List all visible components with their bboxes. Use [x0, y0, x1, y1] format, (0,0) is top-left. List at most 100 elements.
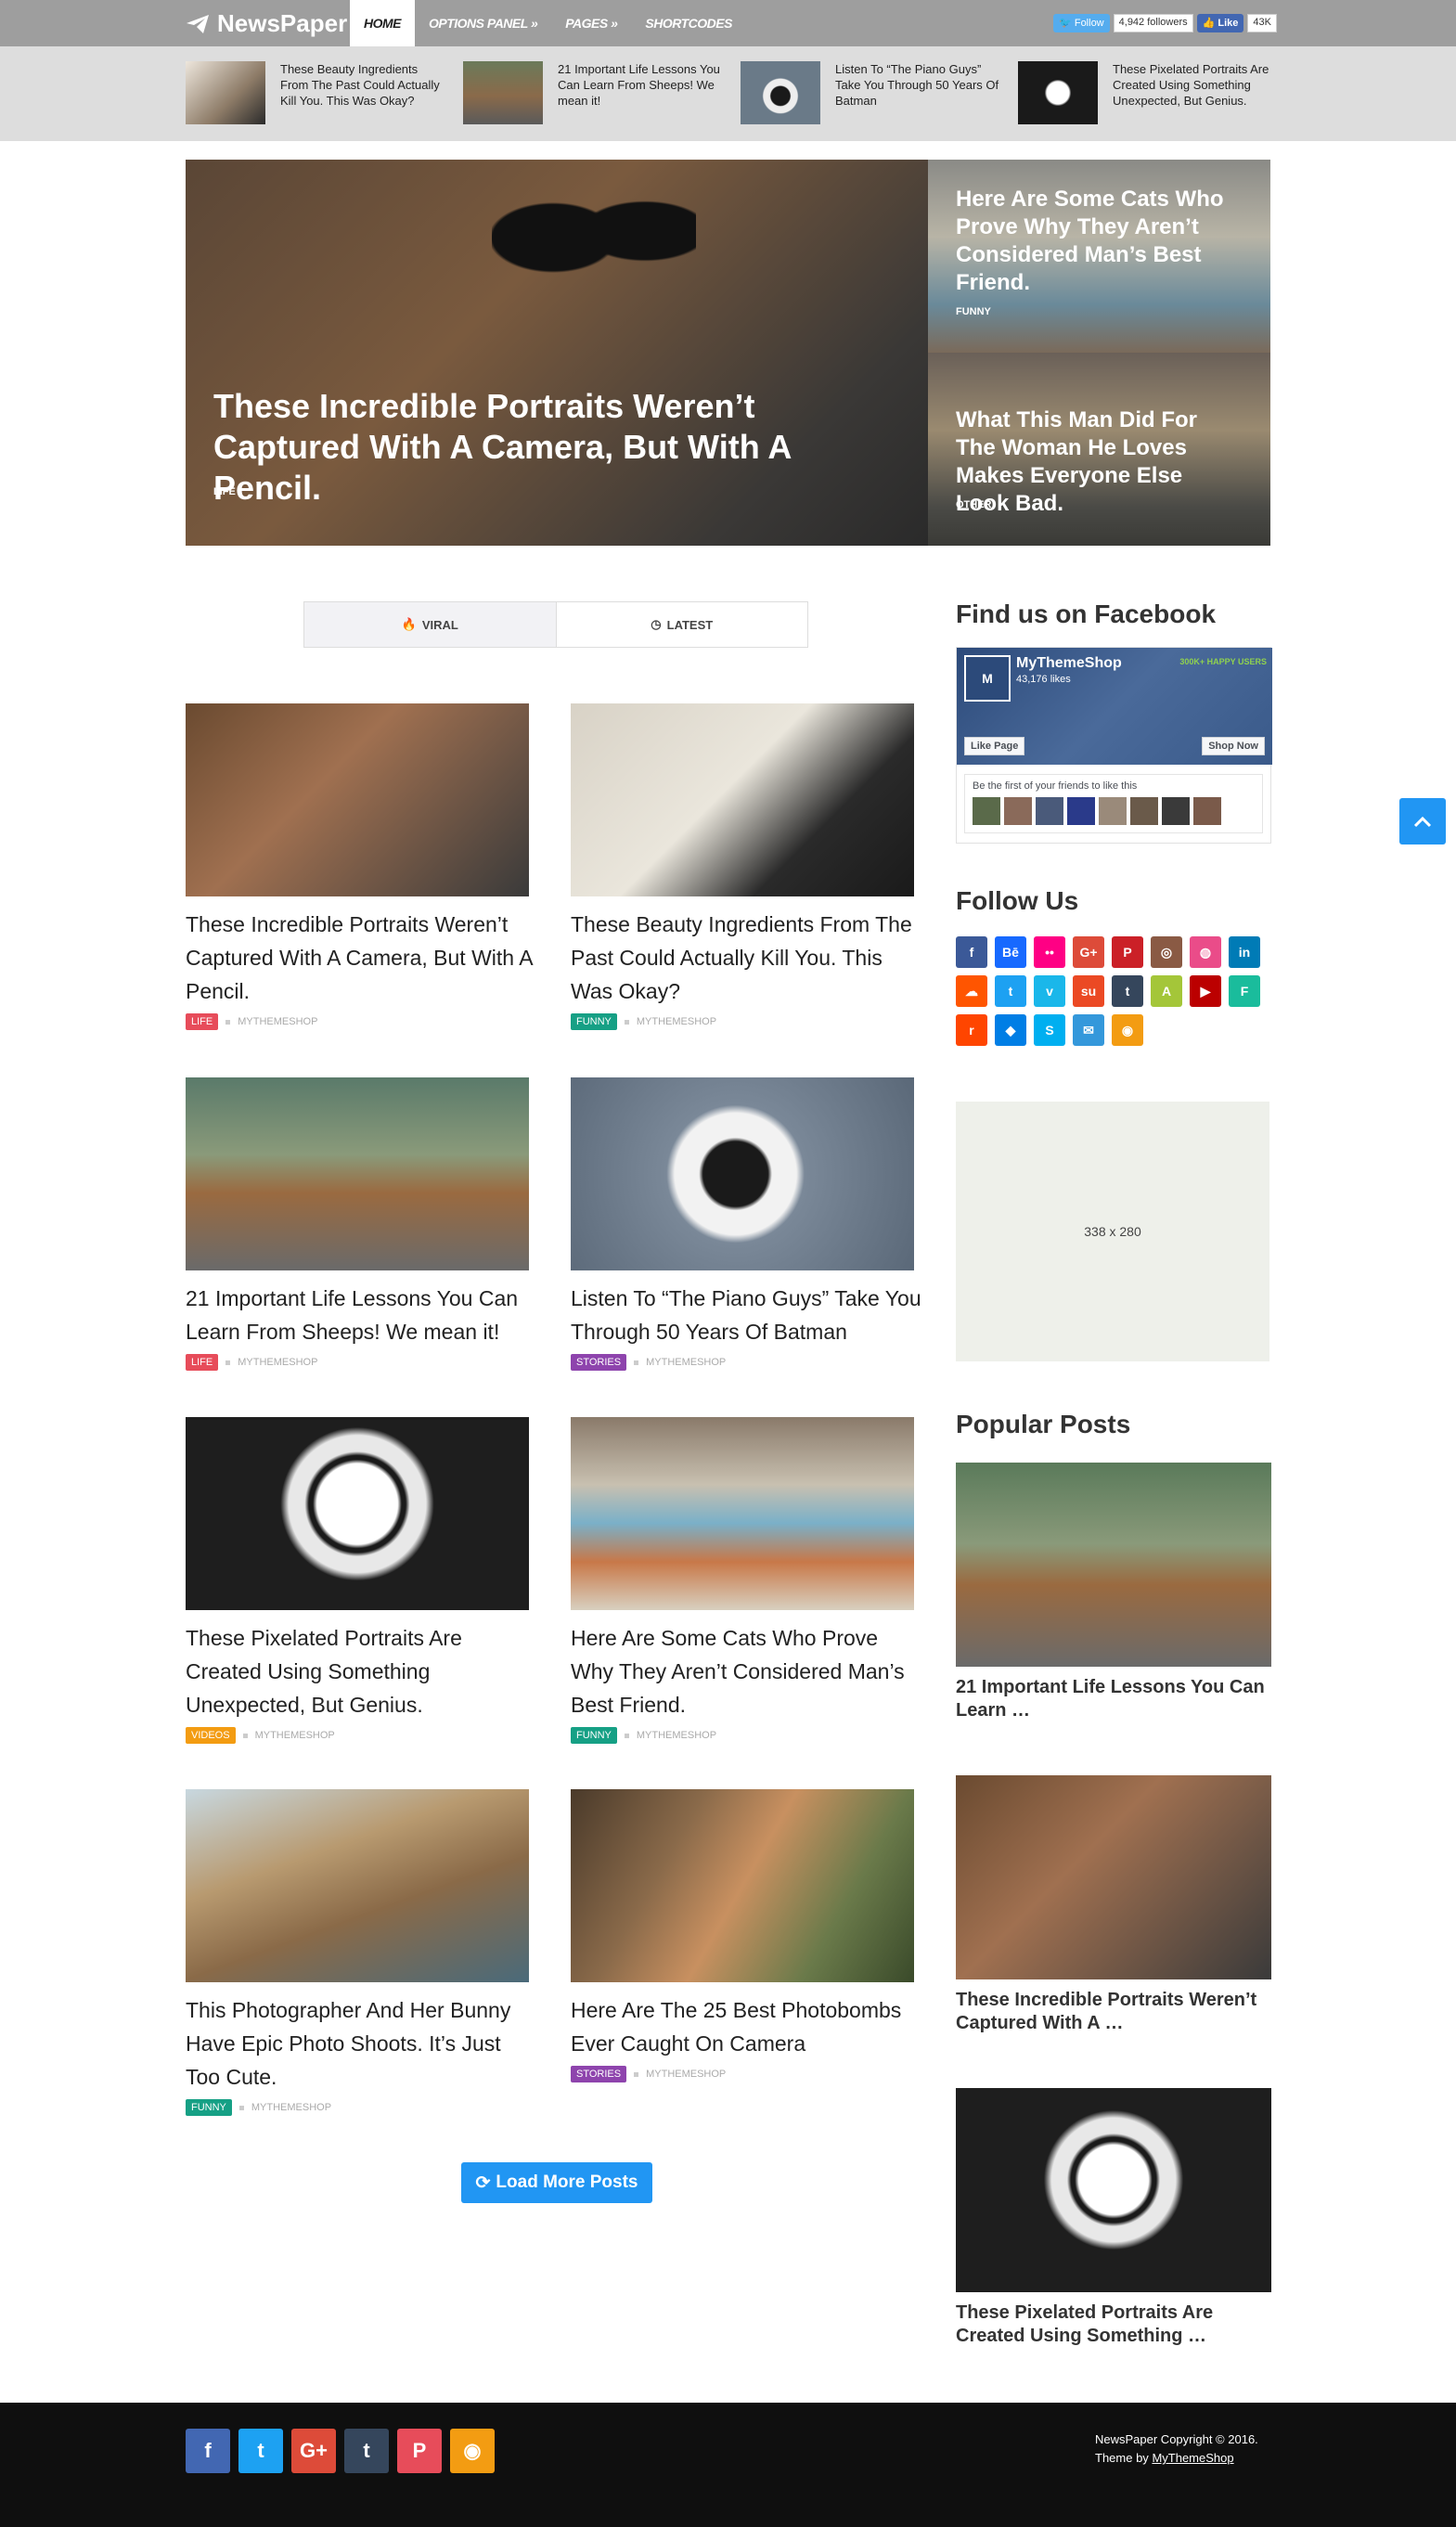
hero-main-title[interactable]: These Incredible Portraits Weren’t Captu… — [213, 386, 900, 509]
post-image[interactable] — [571, 1077, 914, 1270]
nav-home[interactable]: HOME — [350, 0, 415, 46]
tab-latest[interactable]: ◷ LATEST — [557, 602, 808, 647]
scroll-to-top-button[interactable] — [1399, 798, 1446, 844]
twitter-icon[interactable]: t — [995, 975, 1026, 1007]
strip-thumbnail[interactable] — [741, 61, 820, 124]
pinterest-icon[interactable]: P — [1112, 936, 1143, 968]
tumblr-icon[interactable]: t — [1112, 975, 1143, 1007]
strip-item[interactable]: These Beauty Ingredients From The Past C… — [186, 61, 455, 126]
hero-side-category[interactable]: FUNNY — [956, 306, 991, 317]
site-logo[interactable]: NewsPaper — [186, 9, 347, 38]
hero-side-title[interactable]: What This Man Did For The Woman He Loves… — [956, 406, 1234, 518]
category-badge[interactable]: FUNNY — [571, 1727, 617, 1744]
post-title[interactable]: These Pixelated Portraits Are Created Us… — [186, 1621, 538, 1721]
strip-item[interactable]: Listen To “The Piano Guys” Take You Thro… — [741, 61, 1010, 126]
hero-main-post[interactable]: These Incredible Portraits Weren’t Captu… — [186, 160, 928, 546]
envelope-icon[interactable]: ✉ — [1073, 1014, 1104, 1046]
post-image[interactable] — [186, 1789, 529, 1982]
pinterest-icon[interactable]: P — [397, 2429, 442, 2473]
vimeo-icon[interactable]: v — [1034, 975, 1065, 1007]
rss-icon[interactable]: ◉ — [1112, 1014, 1143, 1046]
stumbleupon-icon[interactable]: su — [1073, 975, 1104, 1007]
popular-post-title[interactable]: These Pixelated Portraits Are Created Us… — [956, 2301, 1271, 2348]
foursquare-icon[interactable]: F — [1229, 975, 1260, 1007]
google-plus-icon[interactable]: G+ — [291, 2429, 336, 2473]
post-author[interactable]: MYTHEMESHOP — [238, 1016, 317, 1027]
facebook-like-button[interactable]: 👍 Like — [1196, 14, 1244, 32]
hero-main-category[interactable]: LIFE — [213, 486, 236, 497]
post-image[interactable] — [186, 1417, 529, 1610]
popular-post-image[interactable] — [956, 1463, 1271, 1667]
ad-placeholder[interactable]: 338 x 280 — [956, 1102, 1269, 1361]
post-author[interactable]: MYTHEMESHOP — [637, 1730, 716, 1741]
facebook-icon[interactable]: f — [956, 936, 987, 968]
avatar[interactable] — [1130, 797, 1158, 825]
youtube-icon[interactable]: ▶ — [1190, 975, 1221, 1007]
hero-side-category[interactable]: OTHER — [956, 499, 992, 510]
behance-icon[interactable]: Bē — [995, 936, 1026, 968]
avatar[interactable] — [1036, 797, 1063, 825]
strip-item-title[interactable]: These Pixelated Portraits Are Created Us… — [1113, 61, 1280, 109]
facebook-page-avatar[interactable]: M — [964, 655, 1011, 702]
instagram-icon[interactable]: ◎ — [1151, 936, 1182, 968]
post-title[interactable]: Listen To “The Piano Guys” Take You Thro… — [571, 1282, 923, 1348]
nav-options-panel[interactable]: OPTIONS PANEL » — [415, 0, 551, 46]
reddit-icon[interactable]: r — [956, 1014, 987, 1046]
popular-post-title[interactable]: 21 Important Life Lessons You Can Learn … — [956, 1676, 1271, 1722]
hero-side-title[interactable]: Here Are Some Cats Who Prove Why They Ar… — [956, 186, 1234, 297]
post-image[interactable] — [186, 1077, 529, 1270]
post-title[interactable]: These Incredible Portraits Weren’t Captu… — [186, 908, 538, 1008]
nav-pages[interactable]: PAGES » — [551, 0, 631, 46]
post-image[interactable] — [571, 1417, 914, 1610]
facebook-icon[interactable]: f — [186, 2429, 230, 2473]
twitter-follow-button[interactable]: 🐦 Follow — [1053, 14, 1110, 32]
avatar[interactable] — [1193, 797, 1221, 825]
post-author[interactable]: MYTHEMESHOP — [646, 2069, 726, 2080]
linkedin-icon[interactable]: in — [1229, 936, 1260, 968]
popular-post-title[interactable]: These Incredible Portraits Weren’t Captu… — [956, 1989, 1271, 2035]
category-badge[interactable]: FUNNY — [571, 1013, 617, 1030]
avatar[interactable] — [1099, 797, 1127, 825]
category-badge[interactable]: STORIES — [571, 1354, 627, 1371]
google-plus-icon[interactable]: G+ — [1073, 936, 1104, 968]
post-image[interactable] — [571, 1789, 914, 1982]
post-title[interactable]: Here Are Some Cats Who Prove Why They Ar… — [571, 1621, 923, 1721]
theme-link[interactable]: MyThemeShop — [1152, 2451, 1233, 2465]
load-more-button[interactable]: ⟳ Load More Posts — [461, 2162, 652, 2203]
post-author[interactable]: MYTHEMESHOP — [255, 1730, 335, 1741]
popular-post-image[interactable] — [956, 2088, 1271, 2292]
tab-viral[interactable]: 🔥 VIRAL — [304, 602, 557, 647]
tumblr-icon[interactable]: t — [344, 2429, 389, 2473]
android-icon[interactable]: A — [1151, 975, 1182, 1007]
skype-icon[interactable]: S — [1034, 1014, 1065, 1046]
post-title[interactable]: 21 Important Life Lessons You Can Learn … — [186, 1282, 538, 1348]
hero-side-post[interactable]: What This Man Did For The Woman He Loves… — [928, 353, 1270, 546]
facebook-like-page-button[interactable]: Like Page — [964, 737, 1025, 755]
avatar[interactable] — [1162, 797, 1190, 825]
category-badge[interactable]: STORIES — [571, 2066, 627, 2082]
category-badge[interactable]: FUNNY — [186, 2099, 232, 2116]
avatar[interactable] — [1067, 797, 1095, 825]
dribbble-icon[interactable]: ◍ — [1190, 936, 1221, 968]
post-image[interactable] — [571, 703, 914, 896]
flickr-icon[interactable]: •• — [1034, 936, 1065, 968]
soundcloud-icon[interactable]: ☁ — [956, 975, 987, 1007]
hero-side-post[interactable]: Here Are Some Cats Who Prove Why They Ar… — [928, 160, 1270, 353]
strip-thumbnail[interactable] — [1018, 61, 1098, 124]
strip-item-title[interactable]: These Beauty Ingredients From The Past C… — [280, 61, 447, 109]
avatar[interactable] — [1004, 797, 1032, 825]
rss-icon[interactable]: ◉ — [450, 2429, 495, 2473]
post-title[interactable]: This Photographer And Her Bunny Have Epi… — [186, 1993, 538, 2094]
post-author[interactable]: MYTHEMESHOP — [238, 1357, 317, 1368]
post-title[interactable]: These Beauty Ingredients From The Past C… — [571, 908, 923, 1008]
nav-shortcodes[interactable]: SHORTCODES — [631, 0, 746, 46]
post-author[interactable]: MYTHEMESHOP — [637, 1016, 716, 1027]
post-author[interactable]: MYTHEMESHOP — [251, 2102, 331, 2113]
facebook-page-name[interactable]: MyThemeShop — [1016, 655, 1122, 672]
strip-item-title[interactable]: Listen To “The Piano Guys” Take You Thro… — [835, 61, 1002, 109]
twitter-icon[interactable]: t — [238, 2429, 283, 2473]
strip-thumbnail[interactable] — [463, 61, 543, 124]
dropbox-icon[interactable]: ◆ — [995, 1014, 1026, 1046]
post-title[interactable]: Here Are The 25 Best Photobombs Ever Cau… — [571, 1993, 923, 2060]
category-badge[interactable]: LIFE — [186, 1013, 219, 1030]
